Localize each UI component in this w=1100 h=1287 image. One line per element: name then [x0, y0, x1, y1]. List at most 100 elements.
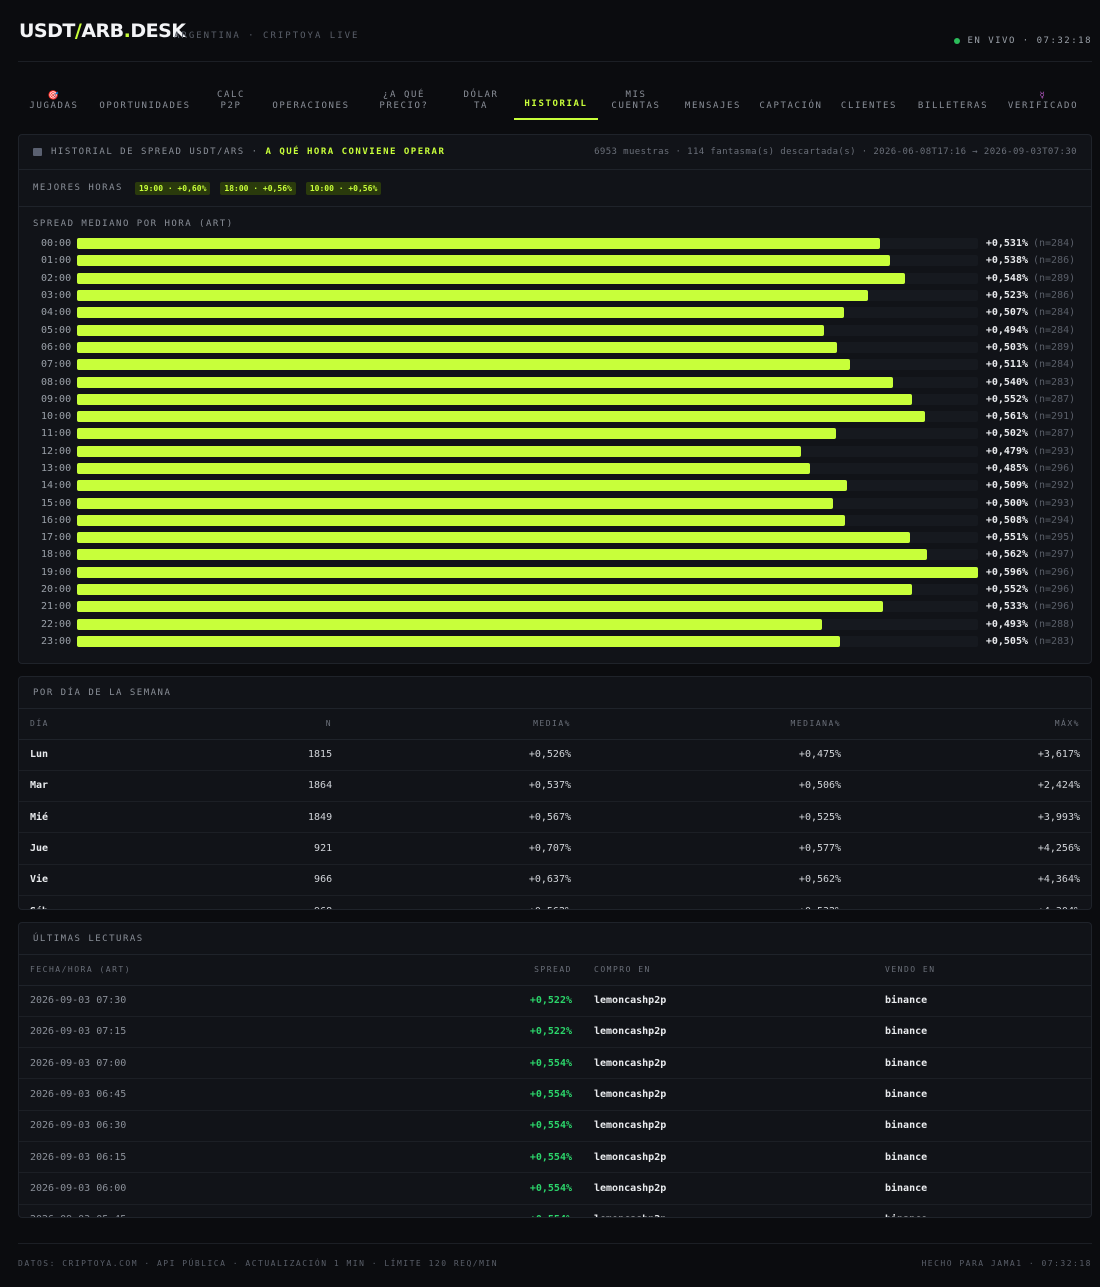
table-cell: binance	[874, 1110, 1091, 1142]
bar-row: 00:00 +0,531% (n=284)	[33, 235, 1077, 252]
column-header[interactable]: MEDIA%	[343, 709, 582, 740]
bar-track	[77, 584, 978, 596]
table-cell: +4,304%	[852, 895, 1091, 909]
table-cell: +0,707%	[343, 832, 582, 865]
bar-sample-count: (n=293)	[1033, 497, 1076, 509]
nav-tab-oportunidades[interactable]: OPORTUNIDADES	[90, 62, 200, 120]
column-header[interactable]: COMPRO EN	[583, 955, 874, 986]
table-cell: 2026-09-03 06:15	[19, 1141, 309, 1174]
bar-value-label: +0,531%	[985, 238, 1028, 250]
table-cell: +4,364%	[852, 864, 1091, 896]
nav-tab-dólar-ta[interactable]: DÓLAR TA	[448, 62, 514, 120]
bar-value-label: +0,552%	[985, 584, 1028, 596]
bar-value-label: +0,494%	[985, 324, 1028, 336]
nav-tab-label: HISTORIAL	[524, 99, 588, 109]
table-cell: +0,577%	[582, 832, 853, 865]
best-hour-chip: 10:00 · +0,56%	[305, 181, 382, 195]
nav-tab-jugadas[interactable]: 🎯 JUGADAS	[18, 62, 90, 120]
table-cell: 2026-09-03 07:30	[19, 985, 309, 1017]
bar-track	[77, 549, 978, 561]
column-header[interactable]: MÁX%	[852, 709, 1091, 740]
table-cell: binance	[874, 1204, 1091, 1217]
nav-tab-clientes[interactable]: CLIENTES	[830, 62, 908, 120]
bar	[77, 514, 845, 526]
bar-row: 19:00 +0,596% (n=296)	[33, 564, 1077, 581]
main-nav: 🎯 JUGADAS OPORTUNIDADES CALC P2P OPERACIONES…	[18, 62, 1092, 120]
table-cell: lemoncashp2p	[583, 1110, 874, 1142]
bar-sample-count: (n=296)	[1033, 601, 1076, 613]
bar-row: 11:00 +0,502% (n=287)	[33, 425, 1077, 442]
bar	[77, 463, 811, 474]
bar-sample-count: (n=286)	[1033, 255, 1076, 267]
table-cell: 1849	[171, 801, 344, 834]
table-cell: +0,522%	[309, 985, 583, 1017]
target-icon: 🎯	[47, 91, 61, 101]
bar-value-label: +0,562%	[985, 549, 1028, 561]
bar-sample-count: (n=283)	[1033, 376, 1076, 388]
bar-sample-count: (n=296)	[1033, 566, 1076, 578]
bar	[77, 359, 850, 371]
app-subtitle: ARGENTINA · CRIPTOYA LIVE	[174, 31, 360, 41]
bar-track	[77, 341, 978, 353]
bar-sample-count: (n=289)	[1033, 341, 1076, 353]
table-cell: 921	[171, 832, 344, 865]
bar-row: 17:00 +0,551% (n=295)	[33, 529, 1077, 546]
nav-tab-a-qué-precio[interactable]: ¿A QUÉ PRECIO?	[360, 62, 448, 120]
column-header[interactable]: VENDO EN	[874, 955, 1091, 986]
history-title: HISTORIAL DE SPREAD USDT/ARS	[51, 147, 245, 157]
nav-tab-operaciones[interactable]: OPERACIONES	[262, 62, 360, 120]
bar-sample-count: (n=295)	[1033, 532, 1076, 544]
bar-sample-count: (n=284)	[1033, 324, 1076, 336]
nav-tab-captación[interactable]: CAPTACIÓN	[752, 62, 830, 120]
bar-hour-label: 15:00	[41, 497, 72, 509]
table-row: 2026-09-03 07:30 +0,522% lemoncashp2p binan…	[19, 985, 1091, 1017]
bar-hour-label: 05:00	[41, 324, 72, 336]
bar-row: 20:00 +0,552% (n=296)	[33, 581, 1077, 598]
bar-row: 08:00 +0,540% (n=283)	[33, 373, 1077, 390]
nav-tab-label: VERIFICADO	[1007, 101, 1079, 111]
nav-tab-mensajes[interactable]: MENSAJES	[674, 62, 752, 120]
column-header[interactable]: FECHA/HORA (ART)	[19, 955, 309, 986]
nav-tab-mis-cuentas[interactable]: MIS CUENTAS	[598, 62, 674, 120]
table-cell: lemoncashp2p	[583, 1141, 874, 1174]
table-cell: binance	[874, 1078, 1091, 1111]
nav-tab-label: JUGADAS	[29, 101, 79, 111]
table-cell: Vie	[19, 864, 172, 896]
bar-hour-label: 04:00	[41, 307, 72, 319]
table-row: 2026-09-03 07:00 +0,554% lemoncashp2p binan…	[19, 1047, 1091, 1080]
table-cell: binance	[874, 1141, 1091, 1174]
bar	[77, 290, 868, 302]
bar-value-label: +0,509%	[985, 480, 1028, 492]
table-cell: 2026-09-03 05:45	[19, 1204, 309, 1217]
nav-tab-verificado[interactable]: ☿ VERIFICADO	[998, 62, 1088, 120]
bar-value-label: +0,493%	[985, 618, 1028, 630]
bar-row: 03:00 +0,523% (n=286)	[33, 287, 1077, 304]
table-cell: Mar	[19, 770, 172, 803]
column-header[interactable]: SPREAD	[309, 955, 583, 986]
nav-tab-label: OPORTUNIDADES	[99, 101, 191, 111]
table-cell: 968	[171, 895, 344, 909]
nav-tab-calc-p2p[interactable]: CALC P2P	[200, 62, 262, 120]
column-header[interactable]: N	[171, 709, 344, 740]
bar-hour-label: 22:00	[41, 618, 72, 630]
bar-value-label: +0,507%	[985, 307, 1028, 319]
nav-tab-billeteras[interactable]: BILLETERAS	[908, 62, 998, 120]
bar-sample-count: (n=297)	[1033, 549, 1076, 561]
bar	[77, 480, 847, 492]
table-cell: +0,475%	[582, 739, 853, 771]
app-logo[interactable]: USDT/ARB.DESK	[19, 20, 186, 42]
bar-value-label: +0,551%	[985, 532, 1028, 544]
bar-sample-count: (n=283)	[1033, 635, 1076, 647]
bar-row: 21:00 +0,533% (n=296)	[33, 598, 1077, 615]
bar	[77, 566, 978, 578]
table-cell: Lun	[19, 739, 172, 771]
bar-hour-label: 02:00	[41, 272, 72, 284]
nav-tab-historial[interactable]: HISTORIAL	[514, 62, 598, 120]
column-header[interactable]: DÍA	[19, 709, 172, 740]
table-cell: 966	[171, 864, 344, 896]
table-cell: +0,554%	[309, 1172, 583, 1205]
table-row: 2026-09-03 06:45 +0,554% lemoncashp2p binan…	[19, 1078, 1091, 1111]
weekday-title: POR DÍA DE LA SEMANA	[33, 687, 172, 698]
column-header[interactable]: MEDIANA%	[582, 709, 853, 740]
bar	[77, 445, 802, 457]
